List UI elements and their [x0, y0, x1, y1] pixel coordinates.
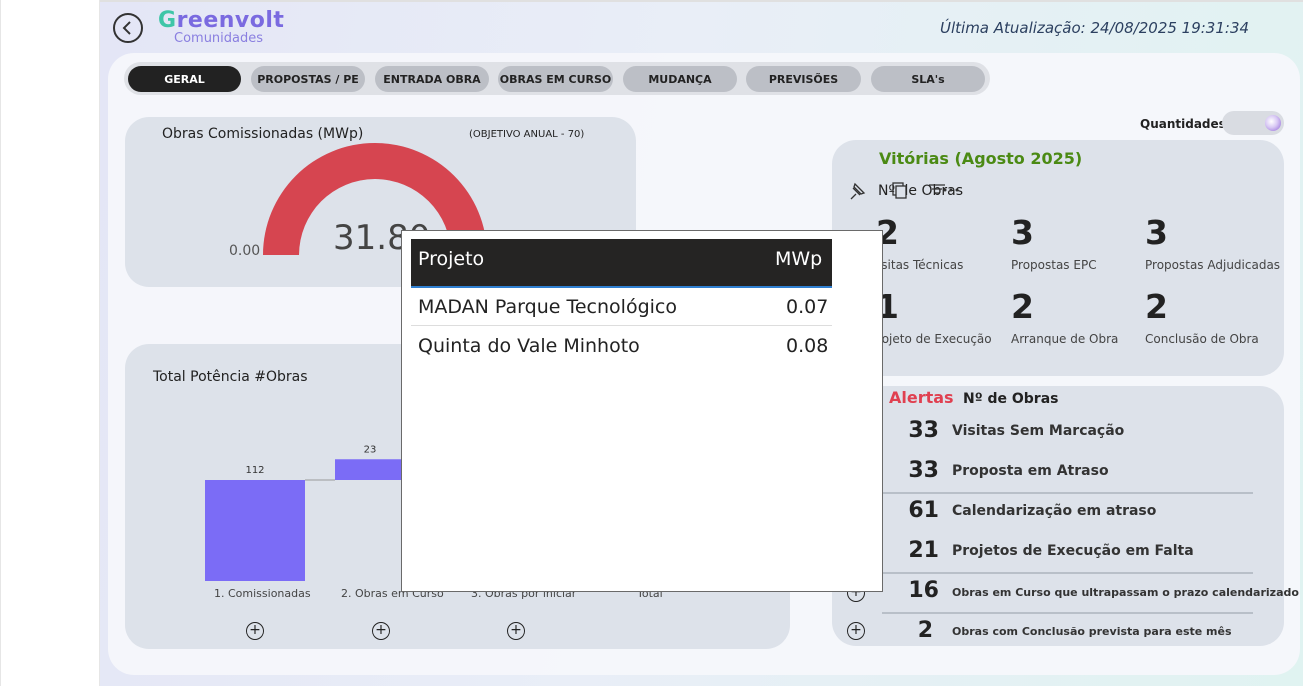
expand-icon[interactable]: +	[507, 622, 525, 640]
copy-icon[interactable]	[892, 182, 907, 199]
tab-obras-em-curso[interactable]: OBRAS EM CURSO	[498, 66, 613, 92]
expand-icon[interactable]: +	[372, 622, 390, 640]
vit-label-arranque: Arranque de Obra	[1011, 332, 1119, 346]
row-divider	[411, 325, 832, 326]
last-update-text: Última Atualização: 24/08/2025 19:31:34	[940, 19, 1250, 37]
pin-icon[interactable]	[850, 182, 866, 200]
alert-value-obras-curso: 16	[908, 578, 939, 603]
waterfall-bar[interactable]	[205, 480, 305, 581]
tab-previsoes[interactable]: PREVISÕES	[746, 66, 861, 92]
tab-entrada-obra[interactable]: ENTRADA OBRA	[375, 66, 489, 92]
filter-icon[interactable]	[929, 184, 945, 194]
waterfall-bar[interactable]	[335, 459, 405, 480]
toggle-knob[interactable]	[1265, 115, 1281, 131]
table-cell-mwp: 0.08	[786, 335, 829, 357]
vit-label-visitas: Visitas Técnicas	[870, 258, 964, 272]
alert-label-conclusao: Obras com Conclusão prevista para este m…	[952, 625, 1232, 638]
logo-subtitle: Comunidades	[174, 31, 264, 46]
expand-icon[interactable]: +	[847, 622, 865, 640]
alert-label-proposta: Proposta em Atraso	[952, 463, 1109, 479]
vit-label-projeto: Projeto de Execução	[870, 332, 992, 346]
vit-label-epc: Propostas EPC	[1011, 258, 1097, 272]
vit-label-conclusao: Conclusão de Obra	[1145, 332, 1259, 346]
alert-label-obras-curso: Obras em Curso que ultrapassam o prazo c…	[952, 586, 1299, 599]
more-options-icon[interactable]	[943, 188, 959, 192]
data-label: 23	[364, 444, 377, 455]
table-cell-project: MADAN Parque Tecnológico	[418, 296, 677, 318]
quantidades-label: Quantidades	[1140, 117, 1226, 131]
vitorias-title: Vitórias (Agosto 2025)	[879, 149, 1083, 168]
x-tick-label: 1. Comissionadas	[214, 587, 311, 600]
vit-label-adjudicadas: Propostas Adjudicadas	[1145, 258, 1281, 272]
alert-divider	[882, 572, 1253, 574]
back-button[interactable]	[113, 13, 143, 43]
left-margin	[0, 0, 100, 686]
vit-value-arranque: 2	[1011, 287, 1034, 326]
data-label: 112	[245, 465, 264, 476]
alertas-title: Alertas	[889, 388, 954, 407]
alert-value-proposta: 33	[908, 458, 939, 483]
logo: Greenvolt	[158, 8, 285, 33]
tab-slas[interactable]: SLA's	[871, 66, 985, 92]
tab-propostas[interactable]: PROPOSTAS / PE	[251, 66, 365, 92]
vit-value-conclusao: 2	[1145, 287, 1168, 326]
tab-mudanca[interactable]: MUDANÇA	[623, 66, 737, 92]
col-header-projeto[interactable]: Projeto	[418, 248, 484, 270]
gauge-min-label: 0.00	[229, 243, 261, 259]
chevron-left-icon	[122, 21, 131, 35]
alertas-subtitle: Nº de Obras	[963, 391, 1059, 407]
alert-divider	[882, 612, 1253, 614]
alert-value-projetos: 21	[908, 538, 939, 563]
vit-value-epc: 3	[1011, 213, 1034, 252]
alert-label-calendarizacao: Calendarização em atraso	[952, 503, 1157, 519]
alert-label-visitas: Visitas Sem Marcação	[952, 423, 1125, 439]
gauge-objective: (OBJETIVO ANUAL - 70)	[469, 129, 585, 140]
tab-geral[interactable]: GERAL	[128, 66, 241, 92]
alert-value-calendarizacao: 61	[908, 498, 939, 523]
vit-value-adjudicadas: 3	[1145, 213, 1168, 252]
table-cell-mwp: 0.07	[786, 296, 829, 318]
alert-value-conclusao: 2	[917, 618, 933, 643]
table-cell-project: Quinta do Vale Minhoto	[418, 335, 640, 357]
col-header-mwp[interactable]: MWp	[775, 248, 822, 270]
expand-icon[interactable]: +	[246, 622, 264, 640]
alert-label-projetos: Projetos de Execução em Falta	[952, 543, 1194, 559]
visual-header-toolbar	[850, 182, 959, 200]
alert-divider	[882, 492, 1253, 494]
alert-value-visitas: 33	[908, 418, 939, 443]
